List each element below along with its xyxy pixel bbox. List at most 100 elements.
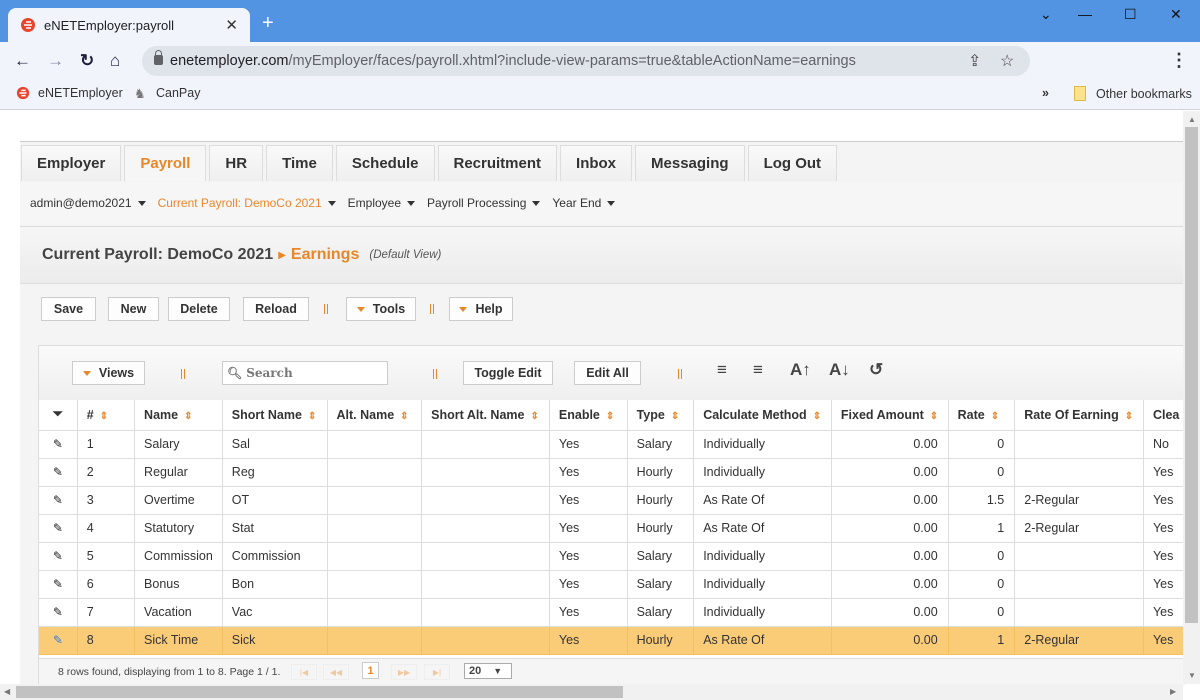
share-icon[interactable]: ⇪ [968, 51, 981, 71]
pencil-icon[interactable]: ✎ [53, 549, 63, 563]
edit-cell[interactable]: ✎ [39, 570, 78, 599]
current-page-button[interactable]: 1 [362, 662, 379, 679]
edit-cell[interactable]: ✎ [39, 598, 78, 627]
font-increase-icon[interactable]: A↑ [790, 360, 811, 380]
filter-icon[interactable]: ⏷ [53, 407, 63, 421]
table-row[interactable]: ✎ 7 Vacation Vac Yes Salary Individually 0.00 0 Y… [39, 598, 1185, 627]
page-size-select[interactable]: 20 ▼ [464, 663, 512, 679]
browser-menu-icon[interactable]: ⋮ [1170, 50, 1188, 71]
nav-tab-inbox[interactable]: Inbox [560, 145, 633, 181]
back-icon[interactable]: ← [14, 51, 31, 71]
column-header[interactable]: Type ⇕ [627, 400, 695, 431]
reload-icon[interactable]: ↻ [80, 51, 94, 71]
edit-cell[interactable]: ✎ [39, 542, 78, 571]
submenu-current-payroll[interactable]: Current Payroll: DemoCo 2021 [158, 196, 336, 210]
edit-cell[interactable]: ✎ [39, 514, 78, 543]
bookmark-canpay[interactable]: ♞ CanPay [134, 86, 200, 101]
submenu-payroll-processing[interactable]: Payroll Processing [427, 196, 541, 210]
horizontal-scroll-thumb[interactable] [16, 686, 623, 698]
new-tab-icon[interactable]: + [262, 12, 274, 35]
nav-tab-time[interactable]: Time [266, 145, 333, 181]
nav-tab-payroll[interactable]: Payroll [124, 145, 207, 181]
submenu-employee[interactable]: Employee [348, 196, 416, 210]
table-row[interactable]: ✎ 4 Statutory Stat Yes Hourly As Rate Of 0.00 1 2… [39, 514, 1185, 543]
delete-button[interactable]: Delete [168, 297, 230, 321]
sort-icon[interactable]: ⇕ [991, 411, 999, 422]
edit-all-button[interactable]: Edit All [574, 361, 641, 385]
pencil-icon[interactable]: ✎ [53, 577, 63, 591]
breadcrumb-parent[interactable]: Current Payroll: DemoCo 2021 [42, 246, 273, 264]
pencil-icon[interactable]: ✎ [53, 633, 63, 647]
column-header[interactable]: Alt. Name ⇕ [327, 400, 423, 431]
horizontal-scrollbar[interactable]: ◀ ▶ [0, 684, 1183, 700]
bookmark-star-icon[interactable]: ☆ [1000, 51, 1014, 71]
column-header[interactable]: Fixed Amount ⇕ [831, 400, 949, 431]
sort-icon[interactable]: ⇕ [813, 411, 821, 422]
address-bar[interactable]: enetemployer.com/myEmployer/faces/payrol… [142, 46, 1030, 76]
font-decrease-icon[interactable]: A↓ [829, 360, 850, 380]
column-header[interactable]: Name ⇕ [134, 400, 223, 431]
vertical-scroll-thumb[interactable] [1185, 127, 1198, 623]
table-row[interactable]: ✎ 3 Overtime OT Yes Hourly As Rate Of 0.00 1.5 2-… [39, 486, 1185, 515]
table-row[interactable]: ✎ 2 Regular Reg Yes Hourly Individually 0.00 0 Ye… [39, 458, 1185, 487]
sort-icon[interactable]: ⇕ [400, 411, 408, 422]
scroll-left-icon[interactable]: ◀ [4, 687, 10, 696]
table-row[interactable]: ✎ 1 Salary Sal Yes Salary Individually 0.00 0 No [39, 430, 1185, 459]
help-button[interactable]: Help [449, 297, 513, 321]
last-page-icon[interactable]: ▶| [424, 664, 450, 680]
column-header[interactable]: # ⇕ [77, 400, 136, 431]
window-close-icon[interactable]: ✕ [1170, 6, 1182, 23]
save-button[interactable]: Save [41, 297, 96, 321]
edit-cell[interactable]: ✎ [39, 458, 78, 487]
prev-page-icon[interactable]: ◀◀ [323, 664, 349, 680]
column-header[interactable]: Clea [1143, 400, 1185, 431]
maximize-icon[interactable]: ☐ [1124, 6, 1137, 23]
views-button[interactable]: Views [72, 361, 145, 385]
sort-icon[interactable]: ⇕ [308, 411, 316, 422]
nav-tab-messaging[interactable]: Messaging [635, 145, 745, 181]
pencil-icon[interactable]: ✎ [53, 465, 63, 479]
search-input[interactable]: 🔍︎ Search [222, 361, 388, 385]
minimize-icon[interactable]: — [1078, 6, 1092, 22]
tab-search-icon[interactable]: ⌄ [1040, 6, 1052, 23]
table-row[interactable]: ✎ 6 Bonus Bon Yes Salary Individually 0.00 0 Yes [39, 570, 1185, 599]
sort-icon[interactable]: ⇕ [930, 411, 938, 422]
bookmark-enetemployer[interactable]: eNETEmployer [16, 86, 123, 100]
home-icon[interactable]: ⌂ [110, 51, 120, 71]
column-header[interactable]: Calculate Method ⇕ [693, 400, 832, 431]
wrap-text-icon[interactable]: ≡ [717, 360, 727, 380]
reset-icon[interactable]: ↺ [869, 360, 883, 380]
pencil-icon[interactable]: ✎ [53, 437, 63, 451]
scroll-down-icon[interactable]: ▼ [1188, 671, 1196, 680]
column-header[interactable]: Rate ⇕ [948, 400, 1016, 431]
sort-icon[interactable]: ⇕ [671, 411, 679, 422]
first-page-icon[interactable]: |◀ [291, 664, 317, 680]
browser-tab[interactable]: eNETEmployer:payroll ✕ [8, 8, 250, 42]
nav-tab-recruitment[interactable]: Recruitment [437, 145, 558, 181]
nav-tab-hr[interactable]: HR [209, 145, 264, 181]
next-page-icon[interactable]: ▶▶ [391, 664, 417, 680]
column-header[interactable]: Short Name ⇕ [222, 400, 328, 431]
column-header[interactable]: Rate Of Earning ⇕ [1014, 400, 1144, 431]
column-header[interactable]: Short Alt. Name ⇕ [421, 400, 550, 431]
edit-cell[interactable]: ✎ [39, 430, 78, 459]
submenu-user[interactable]: admin@demo2021 [30, 196, 146, 210]
reload-button[interactable]: Reload [243, 297, 309, 321]
edit-cell[interactable]: ✎ [39, 486, 78, 515]
sort-icon[interactable]: ⇕ [606, 411, 614, 422]
pencil-icon[interactable]: ✎ [53, 493, 63, 507]
sort-icon[interactable]: ⇕ [1125, 411, 1133, 422]
other-bookmarks[interactable]: Other bookmarks [1074, 86, 1192, 101]
nav-tab-schedule[interactable]: Schedule [335, 145, 435, 181]
sort-icon[interactable]: ⇕ [100, 411, 108, 422]
scroll-right-icon[interactable]: ▶ [1170, 687, 1176, 696]
toggle-edit-button[interactable]: Toggle Edit [463, 361, 553, 385]
table-row[interactable]: ✎ 8 Sick Time Sick Yes Hourly As Rate Of 0.00 1 2… [39, 626, 1185, 655]
clear-wrap-icon[interactable]: ≡ [753, 360, 763, 380]
pencil-icon[interactable]: ✎ [53, 605, 63, 619]
sort-icon[interactable]: ⇕ [530, 411, 538, 422]
scroll-up-icon[interactable]: ▲ [1188, 115, 1196, 124]
pencil-icon[interactable]: ✎ [53, 521, 63, 535]
vertical-scrollbar[interactable]: ▲ ▼ [1183, 111, 1200, 684]
filter-column[interactable]: ⏷ [39, 400, 78, 431]
